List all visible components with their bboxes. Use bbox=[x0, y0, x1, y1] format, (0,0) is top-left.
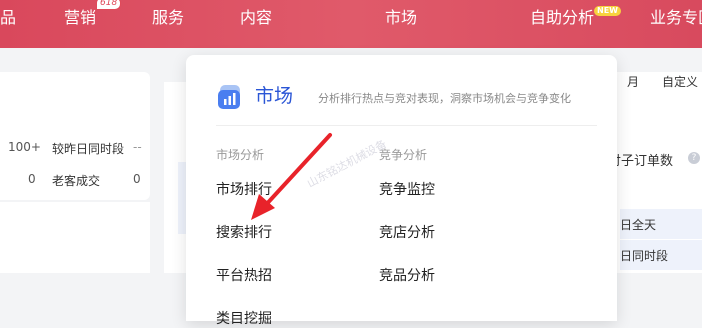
menu-item-platform-hot[interactable]: 平台热招 bbox=[216, 265, 272, 285]
nav-item-content[interactable]: 内容 bbox=[240, 8, 272, 28]
tab-custom[interactable]: 自定义 bbox=[662, 73, 698, 90]
market-logo-icon bbox=[218, 85, 240, 109]
right-row-1-label: 日全天 bbox=[620, 218, 657, 232]
tab-month[interactable]: 月 bbox=[627, 73, 639, 90]
top-nav: 品 营销 618 服务 内容 市场 自助分析 NEW 业务专区 bbox=[0, 0, 702, 48]
menu-item-competition-monitor[interactable]: 竞争监控 bbox=[379, 179, 435, 199]
nav-item-marketing[interactable]: 营销 bbox=[64, 8, 96, 28]
stat-value-2: 0 bbox=[28, 172, 36, 186]
menu-item-competitor-store[interactable]: 竞店分析 bbox=[379, 222, 435, 242]
metric-label: 付子订单数 bbox=[608, 154, 674, 169]
menu-item-category-mining[interactable]: 类目挖掘 bbox=[216, 308, 272, 328]
stat-value-1: 100+ bbox=[8, 140, 41, 154]
badge-618: 618 bbox=[96, 0, 122, 10]
menu-item-search-ranking[interactable]: 搜索排行 bbox=[216, 222, 272, 242]
nav-item-products[interactable]: 品 bbox=[0, 8, 16, 28]
dropdown-title: 市场 bbox=[255, 85, 294, 107]
dropdown-divider bbox=[216, 125, 597, 126]
stat-label-1: 较昨日同时段 bbox=[52, 142, 125, 156]
badge-new: NEW bbox=[594, 6, 621, 16]
help-icon[interactable]: ? bbox=[688, 152, 700, 164]
stat-dash: -- bbox=[133, 140, 142, 154]
dropdown-description: 分析排行热点与竞对表现，洞察市场机会与竞争变化 bbox=[318, 92, 571, 105]
left-bottom-card bbox=[0, 202, 150, 273]
nav-item-service[interactable]: 服务 bbox=[152, 8, 184, 28]
right-row-2-label: 日同时段 bbox=[620, 249, 669, 263]
stat-label-2: 老客成交 bbox=[52, 174, 101, 188]
nav-item-market[interactable]: 市场 bbox=[385, 8, 417, 28]
annotation-arrow-icon bbox=[251, 133, 332, 220]
menu-item-competitor-product[interactable]: 竞品分析 bbox=[379, 265, 435, 285]
stat-value-3: 0 bbox=[133, 172, 141, 186]
nav-item-business[interactable]: 业务专区 bbox=[650, 8, 702, 28]
nav-item-self-analysis[interactable]: 自助分析 bbox=[530, 8, 594, 28]
